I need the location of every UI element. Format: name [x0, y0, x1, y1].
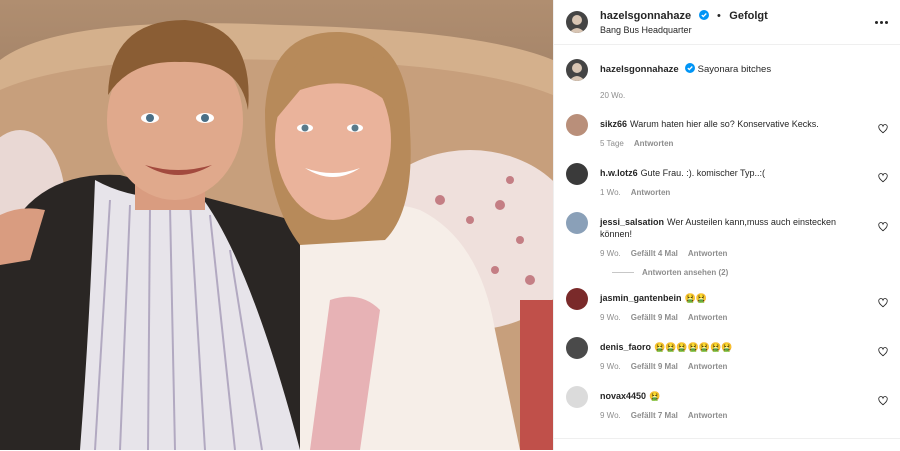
comment-time: 1 Wo. [600, 188, 621, 197]
comment-item: denis_faoro 🤮🤮🤮🤮🤮🤮🤮 9 Wo. Gefällt 9 Mal A… [566, 337, 888, 373]
like-count[interactable]: Gefällt 4 Mal [631, 248, 678, 260]
comment-text: 🤮 [649, 391, 661, 401]
reply-button[interactable]: Antworten [688, 410, 728, 422]
heart-icon[interactable] [878, 295, 888, 313]
view-replies-label: Antworten ansehen (2) [642, 268, 729, 277]
caption-username[interactable]: hazelsgonnahaze [600, 64, 679, 75]
author-avatar[interactable] [566, 11, 588, 33]
comment-text: Gute Frau. :). komischer Typ..:( [640, 168, 766, 178]
comment-item: sikz66 Warum haten hier alle so? Konserva… [566, 114, 888, 150]
comment-item: h.w.lotz6 Gute Frau. :). komischer Typ..:… [566, 163, 888, 199]
comment-username[interactable]: denis_faoro [600, 342, 651, 352]
comment-item: novax4450 🤮 9 Wo. Gefällt 7 Mal Antworten [566, 386, 888, 422]
post-location[interactable]: Bang Bus Headquarter [600, 23, 768, 37]
post-sidebar: hazelsgonnahaze • Gefolgt Bang Bus Headq… [553, 0, 900, 450]
comment-time: 9 Wo. [600, 249, 621, 258]
comment-item: jasmin_gantenbein 🤮🤮 9 Wo. Gefällt 9 Mal … [566, 288, 888, 324]
comment-time: 9 Wo. [600, 362, 621, 371]
thread-line [612, 272, 634, 273]
comment-body: sikz66 Warum haten hier alle so? Konserva… [600, 114, 868, 150]
like-count[interactable]: Gefällt 9 Mal [631, 361, 678, 373]
verified-badge-icon [684, 63, 695, 77]
post-caption: hazelsgonnahaze Sayonara bitches [566, 59, 888, 81]
heart-icon[interactable] [878, 393, 888, 411]
reply-button[interactable]: Antworten [631, 187, 671, 199]
action-bar [554, 438, 900, 451]
author-info: hazelsgonnahaze • Gefolgt Bang Bus Headq… [600, 8, 768, 37]
instagram-post-view: hazelsgonnahaze • Gefolgt Bang Bus Headq… [0, 0, 900, 450]
photo-illustration [0, 0, 553, 450]
comment-meta: 9 Wo. Gefällt 9 Mal Antworten [600, 312, 868, 324]
more-options-icon[interactable] [875, 20, 888, 24]
comment-text: 🤮🤮 [684, 293, 707, 303]
comment-meta: 5 Tage Antworten [600, 138, 868, 150]
reply-button[interactable]: Antworten [688, 312, 728, 324]
like-count[interactable]: Gefällt 7 Mal [631, 410, 678, 422]
comment-avatar[interactable] [566, 114, 588, 136]
reply-button[interactable]: Antworten [634, 138, 674, 150]
comment-body: jessi_salsation Wer Austeilen kann,muss a… [600, 212, 868, 260]
reply-button[interactable]: Antworten [688, 361, 728, 373]
post-photo[interactable] [0, 0, 553, 450]
verified-badge-icon [698, 9, 709, 23]
post-header: hazelsgonnahaze • Gefolgt Bang Bus Headq… [554, 0, 900, 45]
caption-avatar[interactable] [566, 59, 588, 81]
follow-button[interactable]: Gefolgt [729, 10, 768, 22]
comment-avatar[interactable] [566, 288, 588, 310]
like-count[interactable]: Gefällt 9 Mal [631, 312, 678, 324]
comment-body: jasmin_gantenbein 🤮🤮 9 Wo. Gefällt 9 Mal … [600, 288, 868, 324]
comment-avatar[interactable] [566, 163, 588, 185]
comment-username[interactable]: jasmin_gantenbein [600, 293, 682, 303]
comment-time: 9 Wo. [600, 411, 621, 420]
comment-text: 🤮🤮🤮🤮🤮🤮🤮 [654, 342, 733, 352]
comments-section: hazelsgonnahaze Sayonara bitches 20 Wo. s… [554, 45, 900, 422]
comment-text: Warum haten hier alle so? Konservative K… [630, 119, 819, 129]
heart-icon[interactable] [878, 170, 888, 188]
comment-avatar[interactable] [566, 386, 588, 408]
separator-dot: • [716, 9, 721, 22]
heart-icon[interactable] [878, 219, 888, 237]
comment-meta: 1 Wo. Antworten [600, 187, 868, 199]
comment-username[interactable]: sikz66 [600, 119, 627, 129]
heart-icon[interactable] [878, 121, 888, 139]
comment-username[interactable]: jessi_salsation [600, 217, 664, 227]
comment-username[interactable]: h.w.lotz6 [600, 168, 638, 178]
caption-text: hazelsgonnahaze Sayonara bitches [600, 59, 771, 77]
reply-button[interactable]: Antworten [688, 248, 728, 260]
heart-icon[interactable] [878, 344, 888, 362]
comment-meta: 9 Wo. Gefällt 4 Mal Antworten [600, 248, 868, 260]
comment-meta: 9 Wo. Gefällt 7 Mal Antworten [600, 410, 868, 422]
comment-username[interactable]: novax4450 [600, 391, 646, 401]
comment-item: jessi_salsation Wer Austeilen kann,muss a… [566, 212, 888, 260]
comment-time: 9 Wo. [600, 313, 621, 322]
comment-meta: 9 Wo. Gefällt 9 Mal Antworten [600, 361, 868, 373]
comment-body: h.w.lotz6 Gute Frau. :). komischer Typ..:… [600, 163, 868, 199]
comment-time: 5 Tage [600, 139, 624, 148]
comment-body: novax4450 🤮 9 Wo. Gefällt 7 Mal Antworten [600, 386, 868, 422]
caption-time: 20 Wo. [600, 91, 626, 100]
comment-avatar[interactable] [566, 212, 588, 234]
author-username[interactable]: hazelsgonnahaze [600, 10, 691, 22]
caption-body: Sayonara bitches [697, 64, 772, 75]
comment-body: denis_faoro 🤮🤮🤮🤮🤮🤮🤮 9 Wo. Gefällt 9 Mal A… [600, 337, 868, 373]
comment-avatar[interactable] [566, 337, 588, 359]
view-replies-button[interactable]: Antworten ansehen (2) [612, 268, 888, 277]
